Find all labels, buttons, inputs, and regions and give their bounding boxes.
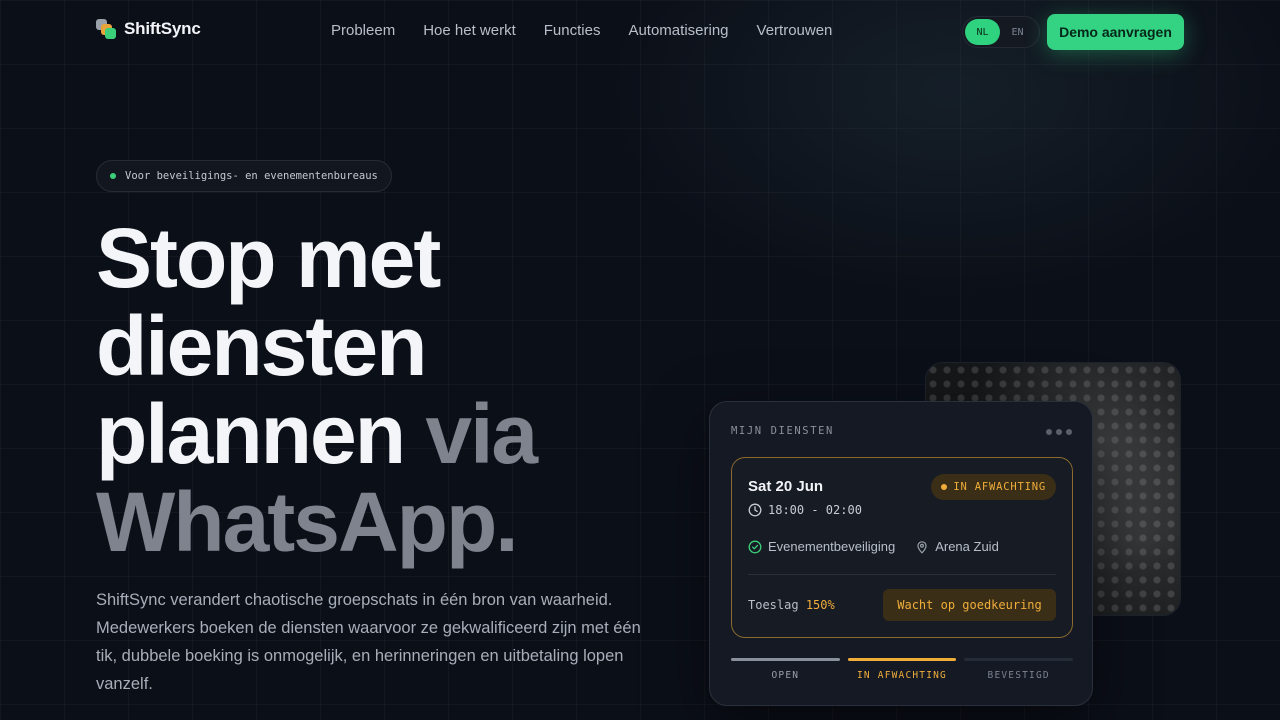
step-pending: IN AFWACHTING [847,658,957,681]
shift-time: 18:00 - 02:00 [748,503,862,517]
status-badge-text: IN AFWACHTING [953,481,1046,493]
step-open: OPEN [731,658,840,681]
status-badge: IN AFWACHTING [931,474,1056,500]
allowance: Toeslag 150% [748,598,835,612]
card-title: MIJN DIENSTEN [731,425,834,437]
nav-links: Probleem Hoe het werkt Functies Automati… [331,22,832,39]
hero-headline: Stop met diensten plannen via WhatsApp. [96,214,696,566]
logo-icon [96,19,116,39]
status-dot-icon [110,173,116,179]
language-toggle: NL EN [962,16,1040,48]
headline-main: Stop met diensten plannen [96,211,441,481]
step-bar [731,658,840,661]
nav-link-vertrouwen[interactable]: Vertrouwen [757,22,833,39]
nav-link-automatisering[interactable]: Automatisering [628,22,728,39]
top-nav: ShiftSync Probleem Hoe het werkt Functie… [0,0,1280,64]
check-circle-icon [748,540,762,554]
step-label: IN AFWACHTING [857,670,947,681]
shift-role: Evenementbeveiliging [748,539,895,554]
lang-option-en[interactable]: EN [1000,19,1035,45]
step-bar [847,658,957,661]
clock-icon [748,503,762,517]
audience-badge-text: Voor beveiligings- en evenementenbureaus [125,170,378,182]
lang-option-nl[interactable]: NL [965,19,1000,45]
status-stepper: OPEN IN AFWACHTING BEVESTIGD [731,658,1074,681]
audience-badge: Voor beveiligings- en evenementenbureaus [96,160,392,192]
nav-link-probleem[interactable]: Probleem [331,22,395,39]
shift-location: Arena Zuid [915,539,999,554]
brand-name: ShiftSync [124,19,201,38]
allowance-value: 150% [805,598,835,612]
divider [748,574,1056,575]
hero-subtext: ShiftSync verandert chaotische groepscha… [96,591,641,693]
shift-location-text: Arena Zuid [935,539,999,554]
allowance-label: Toeslag [748,598,799,612]
pending-dot-icon [941,484,948,490]
shift-time-text: 18:00 - 02:00 [768,503,862,517]
step-bar [964,658,1074,661]
awaiting-approval-button[interactable]: Wacht op goedkeuring [883,589,1056,621]
step-confirmed: BEVESTIGD [964,658,1074,681]
step-label: OPEN [771,670,800,681]
step-label: BEVESTIGD [987,670,1050,681]
brand-logo[interactable]: ShiftSync [96,19,201,39]
shift-role-text: Evenementbeveiliging [768,539,896,554]
demo-request-button[interactable]: Demo aanvragen [1047,14,1184,50]
more-options-icon[interactable] [1046,429,1072,435]
shift-item[interactable]: Sat 20 Jun IN AFWACHTING 18:00 - 02:00 E… [731,457,1073,638]
map-pin-icon [915,540,929,554]
nav-link-hoe-het-werkt[interactable]: Hoe het werkt [423,22,516,39]
shift-meta: Evenementbeveiliging Arena Zuid [748,539,999,554]
nav-link-functies[interactable]: Functies [544,22,601,39]
shift-date: Sat 20 Jun [748,478,824,495]
my-shifts-card: MIJN DIENSTEN Sat 20 Jun IN AFWACHTING 1… [709,401,1093,706]
